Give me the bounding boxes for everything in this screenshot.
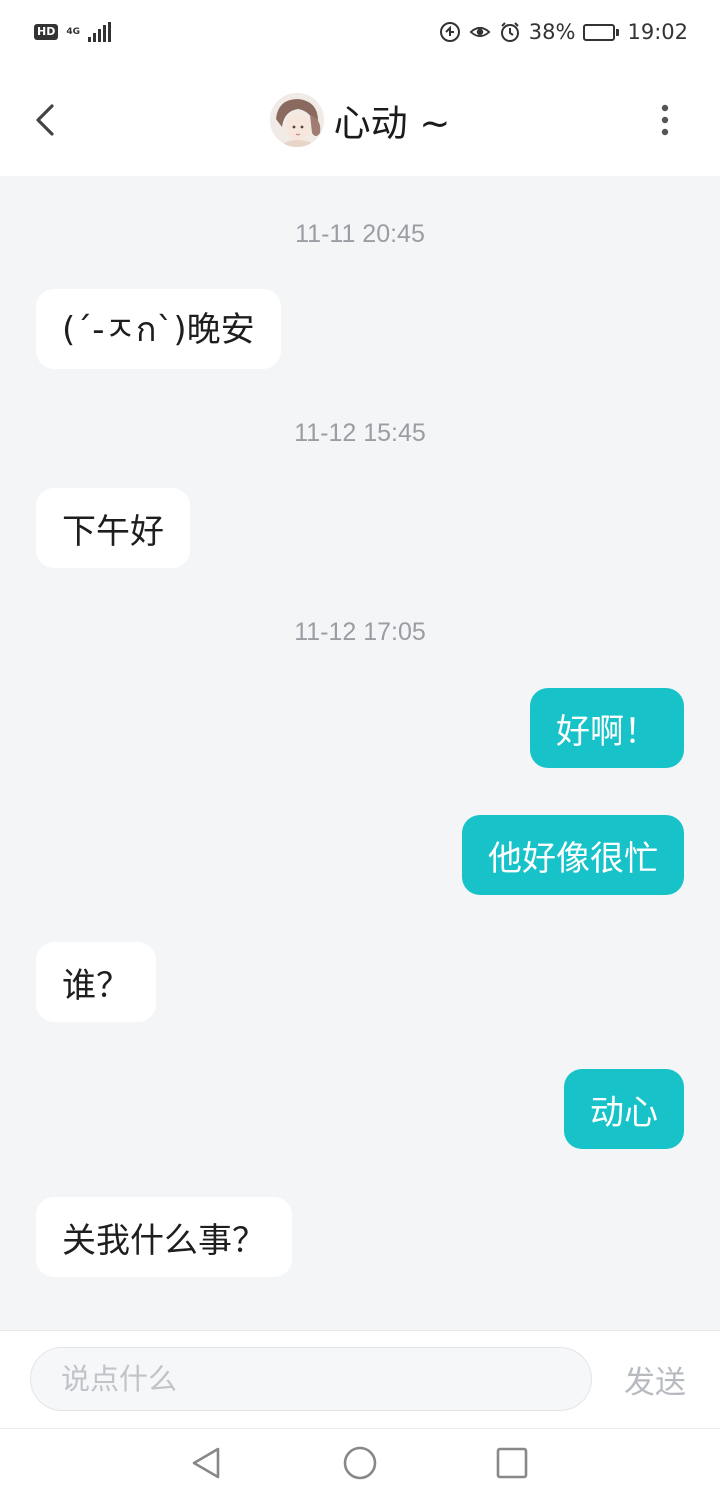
network-label: 4G	[66, 26, 80, 37]
incoming-message[interactable]: 关我什么事？	[36, 1197, 292, 1277]
nav-recents-icon[interactable]	[492, 1443, 532, 1483]
chat-title-area[interactable]: 心动 ~	[0, 90, 720, 150]
send-button[interactable]: 发送	[610, 1347, 700, 1411]
clock: 19:02	[627, 20, 688, 44]
incoming-message[interactable]: 谁？	[36, 942, 156, 1022]
alarm-icon	[500, 22, 519, 42]
message-input[interactable]	[30, 1347, 592, 1411]
system-nav-bar	[0, 1428, 720, 1496]
contact-avatar[interactable]	[269, 93, 324, 147]
eye-comfort-icon	[469, 26, 491, 38]
network-type: 4G	[66, 26, 80, 37]
nav-home-icon[interactable]	[340, 1443, 380, 1483]
signal-icon	[88, 22, 111, 42]
outgoing-message[interactable]: 好啊！	[530, 688, 684, 768]
status-bar: HD 4G 38% 19:02	[0, 0, 720, 64]
more-options-button[interactable]	[650, 100, 680, 140]
outgoing-message[interactable]: 他好像很忙	[462, 815, 684, 895]
timestamp: 11-12 15:45	[294, 419, 426, 447]
incoming-message[interactable]: (´-ㅈก`)晚安	[36, 289, 281, 369]
incoming-message[interactable]: 下午好	[36, 488, 190, 568]
timestamp: 11-12 17:05	[294, 618, 426, 646]
battery-percent: 38%	[528, 20, 576, 44]
data-saver-icon	[439, 22, 460, 42]
contact-name: 心动 ~	[333, 102, 451, 145]
hd-badge: HD	[34, 24, 59, 40]
chat-header: 心动 ~	[0, 64, 720, 176]
status-right: 38% 19:02	[439, 20, 688, 44]
status-left: HD 4G	[34, 22, 111, 42]
nav-back-icon[interactable]	[186, 1443, 226, 1483]
battery-icon	[583, 23, 620, 41]
composer-bar: 发送	[0, 1330, 720, 1428]
message-list[interactable]: 11-11 20:45 (´-ㅈก`)晚安 11-12 15:45 下午好 11…	[0, 176, 720, 1330]
timestamp: 11-11 20:45	[295, 220, 425, 248]
outgoing-message[interactable]: 动心	[564, 1069, 684, 1149]
